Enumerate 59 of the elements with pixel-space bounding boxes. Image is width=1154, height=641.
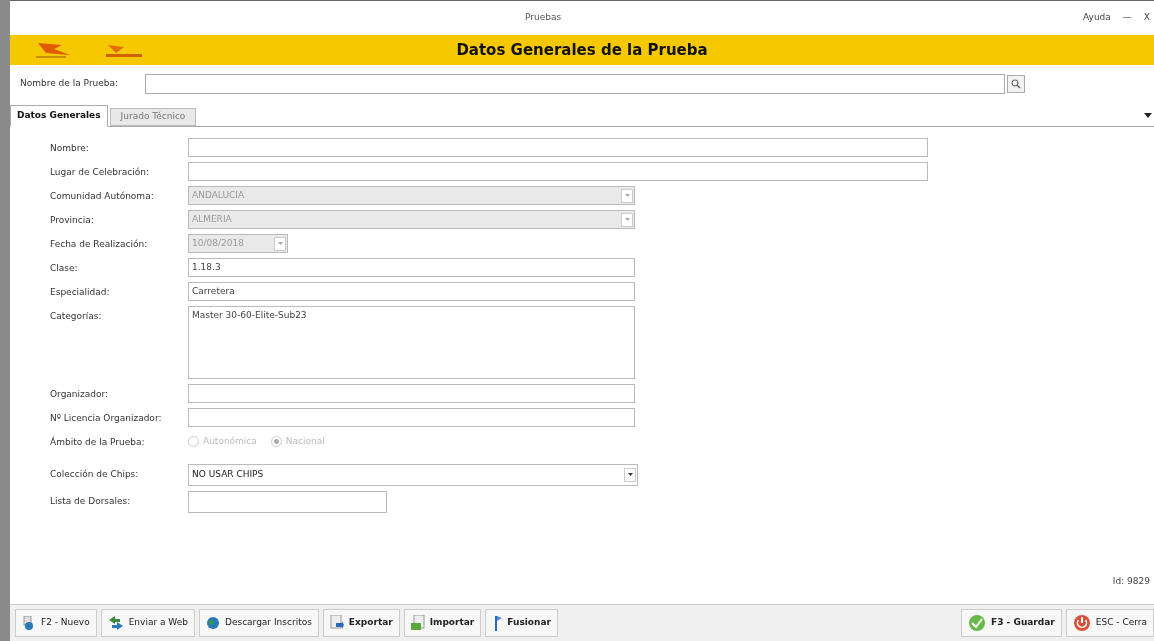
text-field[interactable] [188,162,928,181]
toolbar-button[interactable]: F2 - Nuevo [15,609,97,637]
toolbar-button[interactable]: Exportar [322,609,400,637]
field-label: Nombre de la Prueba: [20,77,120,91]
field-label: Fecha de Realización: [50,238,149,251]
flag-icon [492,615,503,631]
field-label: Categorías: [50,310,103,323]
tab[interactable]: Datos Generales [10,105,108,127]
field-value: 10/08/2018 [191,236,245,250]
search-icon [1011,79,1021,89]
search-button[interactable] [1007,75,1025,93]
text-field[interactable] [188,138,928,157]
toolbar-button[interactable]: ESC - Cerra [1065,609,1154,637]
field-label: Nombre: [50,142,90,155]
header-title: Datos Generales de la Prueba [456,39,708,61]
text-field[interactable] [188,384,635,403]
text-field[interactable]: 1.18.3 [188,258,635,277]
caret-icon [624,194,630,197]
document-icon [329,615,344,631]
dropdown-icon[interactable] [1144,113,1152,118]
field-label: Lista de Dorsales: [50,494,132,508]
radio-label: Nacional [285,435,325,448]
text-field[interactable]: Carretera [188,282,635,301]
text-area[interactable]: Master 30-60-Elite-Sub23 [188,306,635,379]
caret-icon [277,242,283,245]
caret-icon [624,218,630,221]
power-icon [1072,614,1091,632]
toolbar-button[interactable]: F3 - Guardar [961,609,1062,637]
arrows-icon [107,616,124,630]
close-button[interactable]: X [1143,11,1150,25]
field-label: Ámbito de la Prueba: [50,435,146,449]
search-field[interactable] [145,74,1005,94]
field-label: Especialidad: [50,286,111,299]
field-label: Comunidad Autónoma: [50,190,155,203]
checkmark-icon [968,614,987,632]
toolbar-button[interactable]: Enviar a Web [100,609,195,637]
field-value: ANDALUCIA [191,188,246,202]
toolbar-button[interactable]: Descargar Inscritos [199,609,319,637]
dropdown-field[interactable]: NO USAR CHIPS [188,463,638,486]
field-label: Lugar de Celebración: [50,166,150,179]
help-menu[interactable]: Ayuda [1083,11,1111,25]
field-label: Nº Licencia Organizador: [50,412,163,425]
field-value: NO USAR CHIPS [191,467,265,481]
field-value: ALMERIA [191,212,233,226]
radio-label: Autonómica [203,435,257,448]
text-field[interactable] [188,490,387,513]
field-label: Clase: [50,262,79,275]
toolbar-button[interactable]: Importar [403,609,482,637]
field-label: Colección de Chips: [50,467,140,481]
minimize-button[interactable]: — [1122,11,1132,25]
window-title: Pruebas [525,11,562,25]
field-label: Provincia: [50,214,95,227]
toolbar-button[interactable]: Fusionar [485,609,558,637]
caret-icon [627,473,633,476]
document-icon [410,615,425,631]
field-label: Organizador: [50,388,110,401]
record-id: Id: 9829 [1112,574,1150,588]
tab[interactable]: Jurado Técnico [109,108,197,126]
text-field[interactable] [188,408,635,427]
